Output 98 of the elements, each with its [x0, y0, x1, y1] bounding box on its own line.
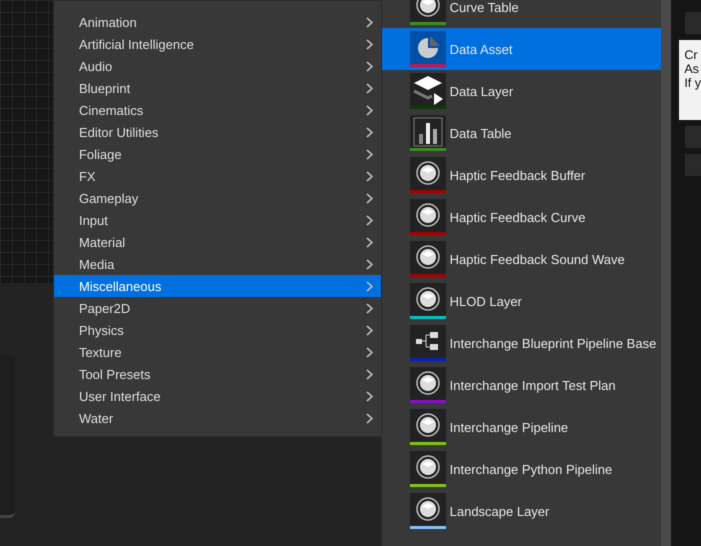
chevron-icon — [366, 16, 373, 28]
asset-label: Haptic Feedback Buffer — [450, 168, 586, 182]
menu-item[interactable]: Foliage — [54, 143, 381, 165]
chevron-icon — [366, 104, 373, 116]
menu-item[interactable]: Editor Utilities — [54, 121, 381, 143]
menu-item-label: Texture — [78, 344, 122, 360]
tooltip-text: If y — [684, 76, 701, 90]
asset-item[interactable]: Haptic Feedback Buffer — [382, 154, 662, 196]
chevron-icon — [366, 236, 373, 248]
menu-item[interactable]: Blueprint — [54, 77, 381, 99]
scrollbar[interactable] — [661, 0, 672, 546]
chevron-icon — [366, 258, 373, 270]
menu-item[interactable]: Tool Presets — [54, 363, 381, 385]
menu-item-label: Gameplay — [78, 190, 138, 206]
chevron-icon — [366, 192, 373, 204]
asset-item[interactable]: Landscape Layer — [382, 490, 662, 532]
cube-icon — [416, 0, 440, 17]
asset-label: Haptic Feedback Sound Wave — [450, 252, 625, 266]
menu-item[interactable]: Input — [54, 209, 381, 231]
asset-label: HLOD Layer — [450, 294, 522, 308]
menu-item[interactable]: Cinematics — [54, 99, 381, 121]
asset-item[interactable]: Data Layer — [382, 70, 662, 112]
menu-item[interactable]: Animation — [54, 11, 381, 33]
chevron-icon — [366, 368, 373, 380]
menu-item[interactable]: Paper2D — [54, 297, 381, 319]
cube-icon — [416, 245, 440, 269]
chevron-icon — [366, 280, 373, 292]
asset-item[interactable]: Data Asset — [382, 28, 662, 70]
menu-item[interactable]: Artificial Intelligence — [54, 33, 381, 55]
menu-item-label: Animation — [78, 14, 137, 30]
menu-item[interactable]: Water — [54, 407, 381, 429]
tooltip-text: As — [684, 62, 700, 76]
asset-label: Data Table — [450, 126, 512, 140]
menu-item[interactable]: Texture — [54, 341, 381, 363]
chevron-icon — [366, 126, 373, 138]
asset-item[interactable]: Data Table — [382, 112, 662, 154]
asset-label: Curve Table — [450, 0, 519, 14]
menu-item[interactable]: FX — [54, 165, 381, 187]
chevron-icon — [366, 390, 373, 402]
asset-label: Data Layer — [450, 84, 514, 98]
chevron-icon — [366, 302, 373, 314]
asset-item[interactable]: Haptic Feedback Sound Wave — [382, 238, 662, 280]
menu-item-label: Paper2D — [78, 300, 130, 316]
menu-item-label: Physics — [78, 322, 124, 338]
cube-icon — [416, 161, 440, 185]
menu-item-label: Audio — [78, 58, 112, 74]
cube-icon — [416, 413, 440, 437]
menu-item-label: Foliage — [78, 146, 122, 162]
chevron-icon — [366, 82, 373, 94]
menu-item[interactable]: Gameplay — [54, 187, 381, 209]
asset-label: Interchange Blueprint Pipeline Base — [450, 336, 656, 350]
asset-label: Interchange Import Test Plan — [450, 378, 616, 392]
menu-item-label: Water — [78, 410, 114, 426]
menu-item-label: FX — [78, 168, 96, 184]
menu-item-label: Miscellaneous — [78, 278, 162, 294]
menu-item-label: Artificial Intelligence — [78, 36, 194, 52]
menu-item-label: Editor Utilities — [78, 124, 158, 140]
chevron-icon — [366, 324, 373, 336]
asset-label: Data Asset — [450, 42, 512, 56]
asset-item[interactable]: Curve Table — [382, 0, 662, 28]
cube-icon — [416, 203, 440, 227]
cube-icon — [416, 371, 440, 395]
cube-icon — [416, 287, 440, 311]
chevron-icon — [366, 214, 373, 226]
chevron-icon — [366, 38, 373, 50]
asset-item[interactable]: Interchange Pipeline — [382, 406, 662, 448]
asset-item[interactable]: Interchange Import Test Plan — [382, 364, 662, 406]
chevron-icon — [366, 346, 373, 358]
menu-item-label: Cinematics — [78, 102, 144, 118]
menu-item-label: Blueprint — [78, 80, 130, 96]
cube-icon — [416, 497, 440, 521]
menu-item[interactable]: Audio — [54, 55, 381, 77]
menu-item[interactable]: User Interface — [54, 385, 381, 407]
asset-label: Interchange Python Pipeline — [450, 462, 612, 476]
chevron-icon — [366, 412, 373, 424]
asset-label: Landscape Layer — [450, 504, 550, 518]
menu-item[interactable]: Material — [54, 231, 381, 253]
tooltip-text: Cr — [684, 48, 699, 62]
asset-item[interactable]: Interchange Blueprint Pipeline Base — [382, 322, 662, 364]
menu-item[interactable]: Miscellaneous — [54, 275, 381, 297]
asset-item[interactable]: HLOD Layer — [382, 280, 662, 322]
menu-item-label: Tool Presets — [78, 366, 150, 382]
node-graph-icon — [416, 332, 438, 350]
asset-item[interactable]: Interchange Python Pipeline — [382, 448, 662, 490]
cube-icon — [416, 455, 440, 479]
chevron-icon — [366, 148, 373, 160]
menu-item-label: User Interface — [78, 388, 161, 404]
menu-item-label: Input — [78, 212, 108, 228]
pie-chart-icon — [418, 36, 440, 58]
asset-label: Haptic Feedback Curve — [450, 210, 586, 224]
chevron-icon — [366, 60, 373, 72]
menu-item-label: Media — [78, 256, 114, 272]
asset-item[interactable]: Haptic Feedback Curve — [382, 196, 662, 238]
menu-item[interactable]: Physics — [54, 319, 381, 341]
menu-item[interactable]: Media — [54, 253, 381, 275]
chevron-icon — [366, 170, 373, 182]
menu-item-label: Material — [78, 234, 126, 250]
asset-label: Interchange Pipeline — [450, 420, 568, 434]
